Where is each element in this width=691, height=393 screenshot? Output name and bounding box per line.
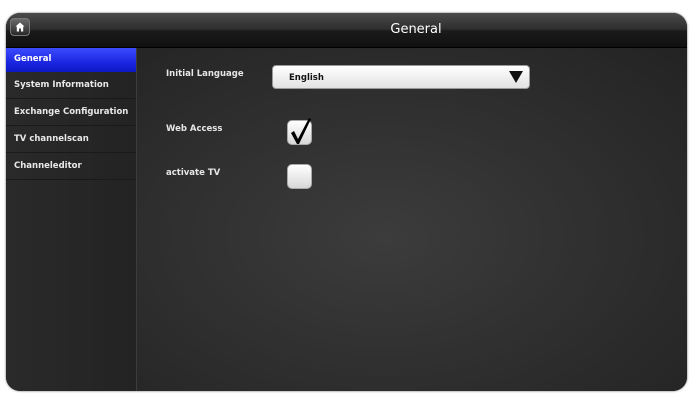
home-button[interactable]: [10, 18, 30, 36]
sidebar-item-tv-channelscan[interactable]: TV channelscan: [6, 126, 136, 153]
home-icon: [15, 22, 25, 32]
web-access-checkbox[interactable]: [287, 118, 312, 145]
title-bar: General: [6, 13, 687, 48]
web-access-label: Web Access: [166, 124, 223, 134]
activate-tv-label: activate TV: [166, 168, 221, 178]
app-window: General General System Information Excha…: [6, 13, 687, 391]
sidebar-item-general[interactable]: General: [6, 48, 136, 72]
checkmark-icon: [291, 118, 311, 144]
sidebar-item-channeleditor[interactable]: Channeleditor: [6, 153, 136, 180]
sidebar-item-exchange-configuration[interactable]: Exchange Configuration: [6, 99, 136, 126]
dropdown-arrow-icon: [509, 71, 523, 83]
settings-panel: Initial Language English Web Access acti…: [137, 48, 687, 391]
initial-language-label: Initial Language: [166, 69, 244, 79]
sidebar-item-system-information[interactable]: System Information: [6, 72, 136, 99]
page-title: General: [390, 22, 442, 37]
sidebar: General System Information Exchange Conf…: [6, 48, 137, 391]
initial-language-select[interactable]: English: [272, 65, 530, 89]
activate-tv-checkbox[interactable]: [287, 164, 312, 189]
initial-language-value: English: [289, 73, 324, 83]
